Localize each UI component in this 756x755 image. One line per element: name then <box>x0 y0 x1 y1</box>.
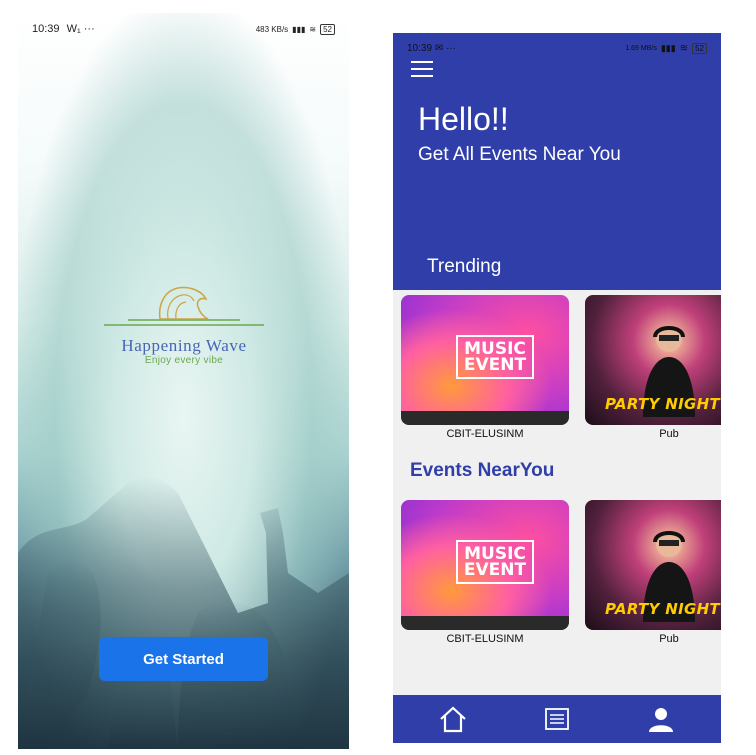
event-card-music[interactable]: MUSIC EVENT <box>401 500 569 630</box>
logo-title: Happening Wave <box>121 336 247 355</box>
profile-icon[interactable] <box>646 705 676 733</box>
greeting-title: Hello!! <box>418 101 509 137</box>
event-card-party[interactable]: PARTY NIGHT <box>585 295 721 425</box>
poster-text: PARTY NIGHT <box>605 395 720 413</box>
signal-icon: ▮▮▮ <box>660 42 676 53</box>
status-bar: 10:39 W₁ ··· 483 KB/s ▮▮▮ ≋ 52 <box>32 21 335 37</box>
events-near-you-title: Events NearYou <box>410 460 555 481</box>
network-speed: 1.69 MB/s <box>625 44 657 52</box>
battery-icon: 52 <box>320 23 335 35</box>
list-icon[interactable] <box>542 705 572 733</box>
home-screen: 10:39 ✉ ··· 1.69 MB/s ▮▮▮ ≋ 52 Hello!! G… <box>393 33 721 743</box>
home-icon[interactable] <box>438 705 468 733</box>
network-speed: 483 KB/s <box>255 24 289 34</box>
poster-text: PARTY NIGHT <box>605 600 720 618</box>
splash-screen: 10:39 W₁ ··· 483 KB/s ▮▮▮ ≋ 52 Happening… <box>18 13 349 749</box>
poster-footer <box>401 616 569 630</box>
event-name: CBIT-ELUSINM <box>446 428 524 440</box>
event-card-party[interactable]: PARTY NIGHT <box>585 500 721 630</box>
poster-text: MUSIC EVENT <box>456 540 534 584</box>
poster-text: MUSIC EVENT <box>456 335 534 379</box>
wifi-icon: ≋ <box>679 42 689 54</box>
battery-icon: 52 <box>692 42 707 54</box>
poster-footer <box>401 411 569 425</box>
trending-section-header: Trending <box>393 248 721 290</box>
greeting-subtitle: Get All Events Near You <box>418 144 621 165</box>
signal-icon: ▮▮▮ <box>292 24 306 34</box>
app-logo: Happening Wave Enjoy every vibe <box>98 285 270 366</box>
status-extra: W₁ ··· <box>66 23 95 35</box>
event-name: Pub <box>659 428 679 440</box>
header-banner: 10:39 ✉ ··· 1.69 MB/s ▮▮▮ ≋ 52 Hello!! G… <box>393 33 721 248</box>
event-name: CBIT-ELUSINM <box>446 633 524 645</box>
event-name: Pub <box>659 633 679 645</box>
wifi-icon: ≋ <box>309 24 317 34</box>
event-card-music[interactable]: MUSIC EVENT <box>401 295 569 425</box>
status-extra: ✉ ··· <box>434 42 456 54</box>
status-time: 10:39 <box>407 42 433 54</box>
status-bar: 10:39 ✉ ··· 1.69 MB/s ▮▮▮ ≋ 52 <box>407 41 707 55</box>
bottom-navigation <box>393 695 721 743</box>
trending-title: Trending <box>427 256 502 277</box>
hamburger-menu-icon[interactable] <box>411 61 433 79</box>
get-started-button[interactable]: Get Started <box>99 637 268 681</box>
logo-tagline: Enjoy every vibe <box>144 355 224 366</box>
status-time: 10:39 <box>32 23 60 35</box>
wave-icon <box>104 286 264 326</box>
